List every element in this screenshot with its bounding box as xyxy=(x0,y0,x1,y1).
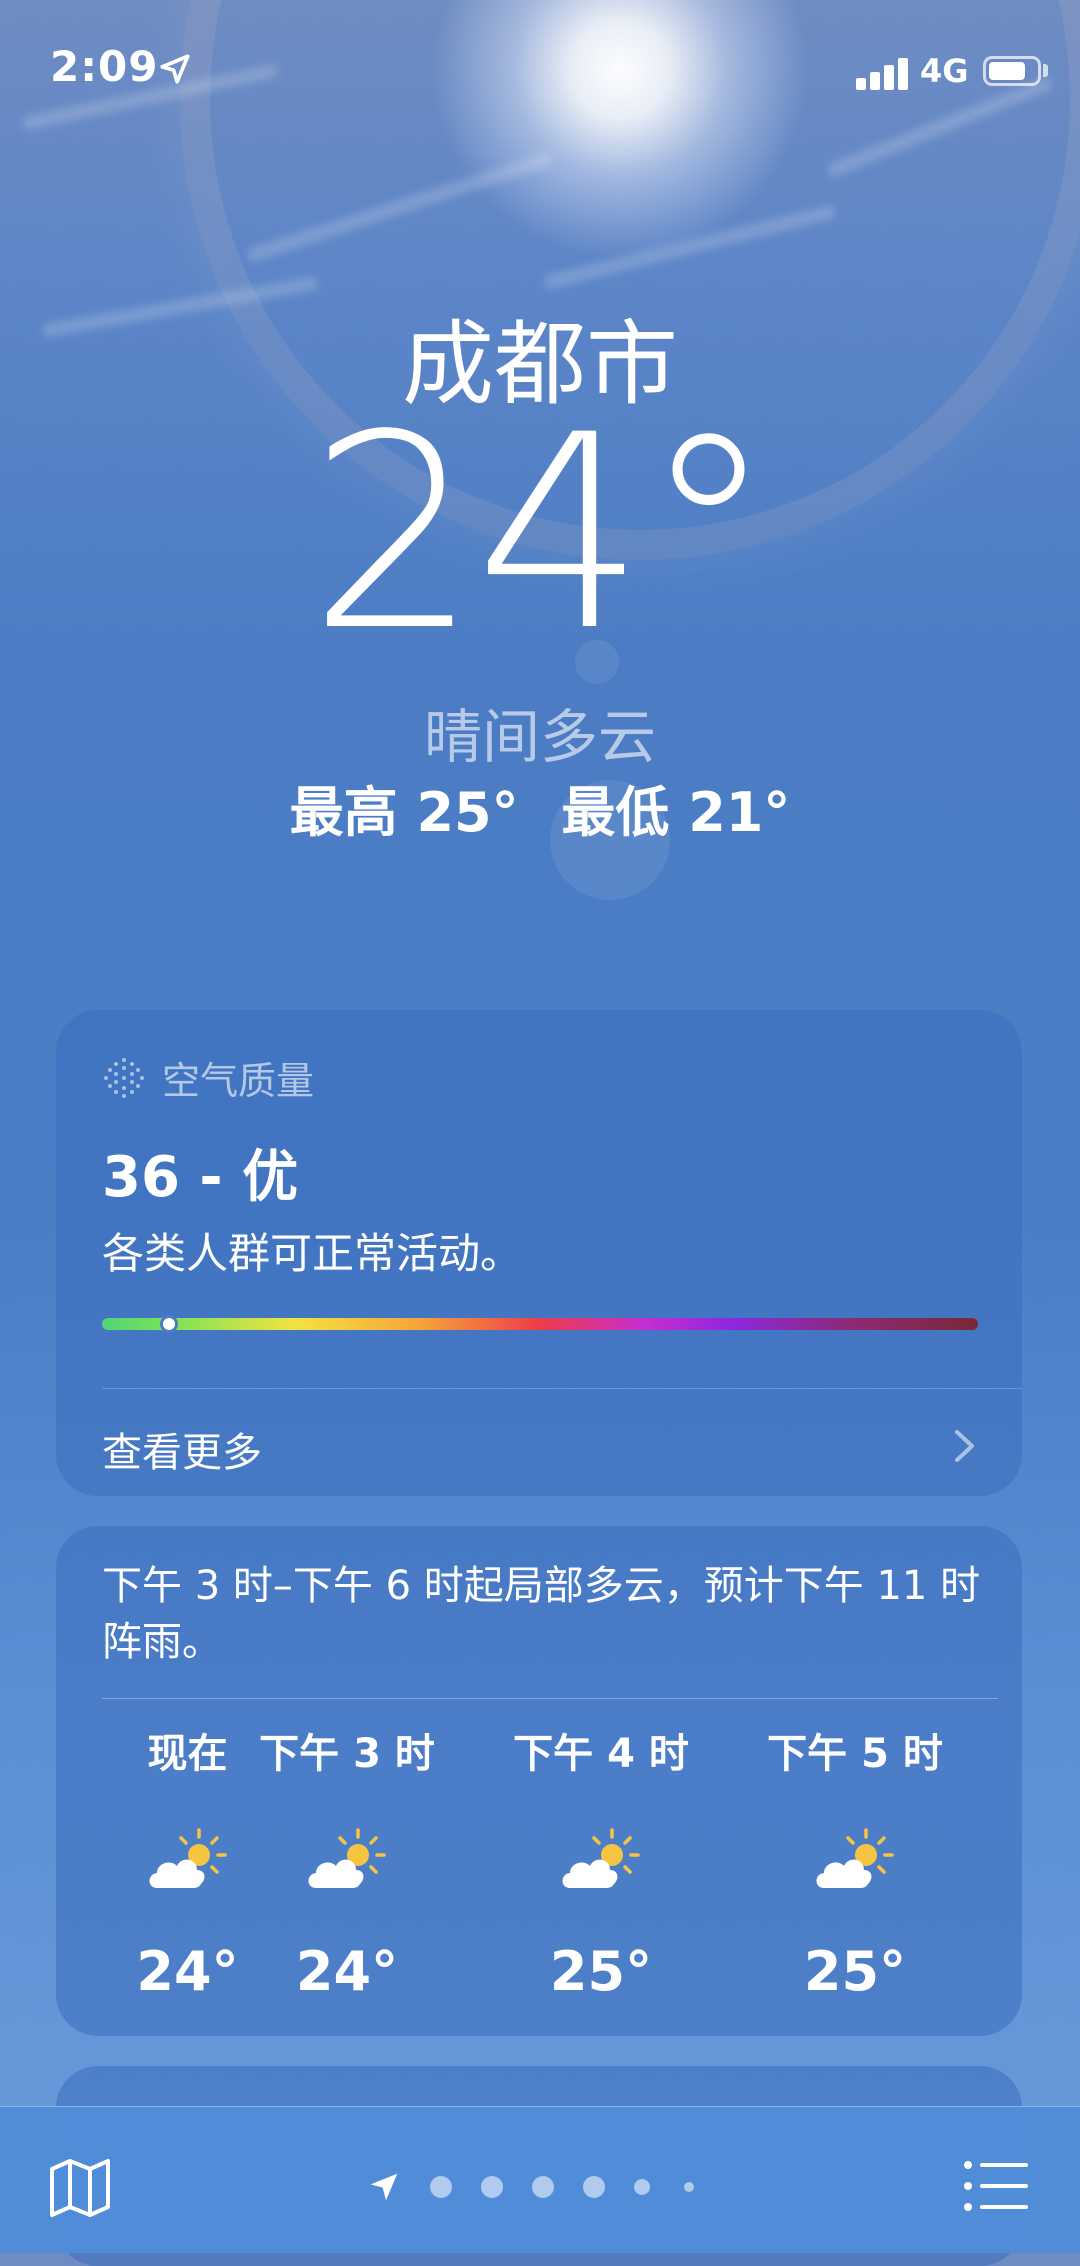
hour-item: 现在 24° xyxy=(110,1724,265,2003)
hourly-list: 现在 24° 下午 3 时 24° 下午 4 时 25° 下午 5 时 25° xyxy=(80,1724,998,2024)
air-quality-label: 空气质量 xyxy=(162,1059,315,1103)
air-quality-description: 各类人群可正常活动。 xyxy=(102,1229,523,1278)
hour-label: 下午 5 时 xyxy=(767,1731,943,1777)
hour-temperature: 24° xyxy=(136,1940,239,2003)
list-icon[interactable] xyxy=(964,2161,1028,2211)
partly-cloudy-icon xyxy=(814,1828,894,1890)
chevron-right-icon xyxy=(955,1430,974,1462)
page-dot[interactable] xyxy=(532,2176,554,2198)
hour-item: 下午 3 时 24° xyxy=(252,1724,442,2003)
page-dot[interactable] xyxy=(430,2176,452,2198)
divider xyxy=(102,1388,1022,1389)
partly-cloudy-icon xyxy=(147,1828,227,1890)
divider xyxy=(102,1698,998,1699)
location-arrow-icon xyxy=(160,54,190,84)
partly-cloudy-icon xyxy=(560,1828,640,1890)
air-quality-card[interactable]: 空气质量 36 - 优 各类人群可正常活动。 查看更多 xyxy=(56,1010,1022,1496)
cloud-wisp xyxy=(245,150,555,264)
current-location-page-icon[interactable] xyxy=(368,2171,400,2203)
signal-strength-icon xyxy=(856,56,908,90)
air-quality-scale xyxy=(102,1315,978,1333)
hour-label: 现在 xyxy=(147,1731,228,1777)
cloud-wisp xyxy=(542,203,838,291)
hour-temperature: 25° xyxy=(803,1940,907,2003)
hour-label: 下午 4 时 xyxy=(513,1731,689,1777)
status-time: 2:09 xyxy=(50,42,159,91)
air-quality-icon xyxy=(104,1057,144,1098)
hour-temperature: 25° xyxy=(549,1940,653,2003)
page-dot[interactable] xyxy=(684,2182,694,2192)
page-indicator[interactable] xyxy=(368,2165,694,2209)
air-quality-header: 空气质量 xyxy=(102,1050,314,1105)
status-bar: 2:09 4G xyxy=(0,0,1080,140)
air-quality-value: 36 - 优 xyxy=(102,1145,299,1210)
current-temperature: 24° xyxy=(308,378,775,690)
weather-condition: 晴间多云 xyxy=(423,703,656,771)
page-dot[interactable] xyxy=(634,2179,650,2195)
hour-item: 下午 4 时 25° xyxy=(506,1724,696,2003)
battery-cap xyxy=(1043,64,1048,77)
air-quality-indicator xyxy=(160,1315,179,1333)
hour-label: 下午 3 时 xyxy=(259,1731,435,1777)
high-low-temperature: 最高 25° 最低 21° xyxy=(0,768,1080,847)
network-type: 4G xyxy=(920,52,969,90)
partly-cloudy-icon xyxy=(306,1828,386,1890)
page-dot[interactable] xyxy=(481,2176,503,2198)
low-temperature: 最低 21° xyxy=(561,781,791,844)
map-icon[interactable] xyxy=(48,2157,112,2219)
see-more-row[interactable]: 查看更多 xyxy=(102,1394,1022,1496)
see-more-label: 查看更多 xyxy=(102,1430,262,1476)
high-temperature: 最高 25° xyxy=(289,781,519,844)
hourly-forecast-card: 下午 3 时–下午 6 时起局部多云，预计下午 11 时阵雨。 现在 24° 下… xyxy=(56,1526,1022,2036)
forecast-summary: 下午 3 时–下午 6 时起局部多云，预计下午 11 时阵雨。 xyxy=(102,1563,981,1665)
page-dot[interactable] xyxy=(583,2176,605,2198)
battery-icon xyxy=(983,56,1041,86)
hour-item: 下午 5 时 25° xyxy=(760,1724,950,2003)
bottom-toolbar xyxy=(0,2106,1080,2253)
hour-temperature: 24° xyxy=(295,1940,399,2003)
